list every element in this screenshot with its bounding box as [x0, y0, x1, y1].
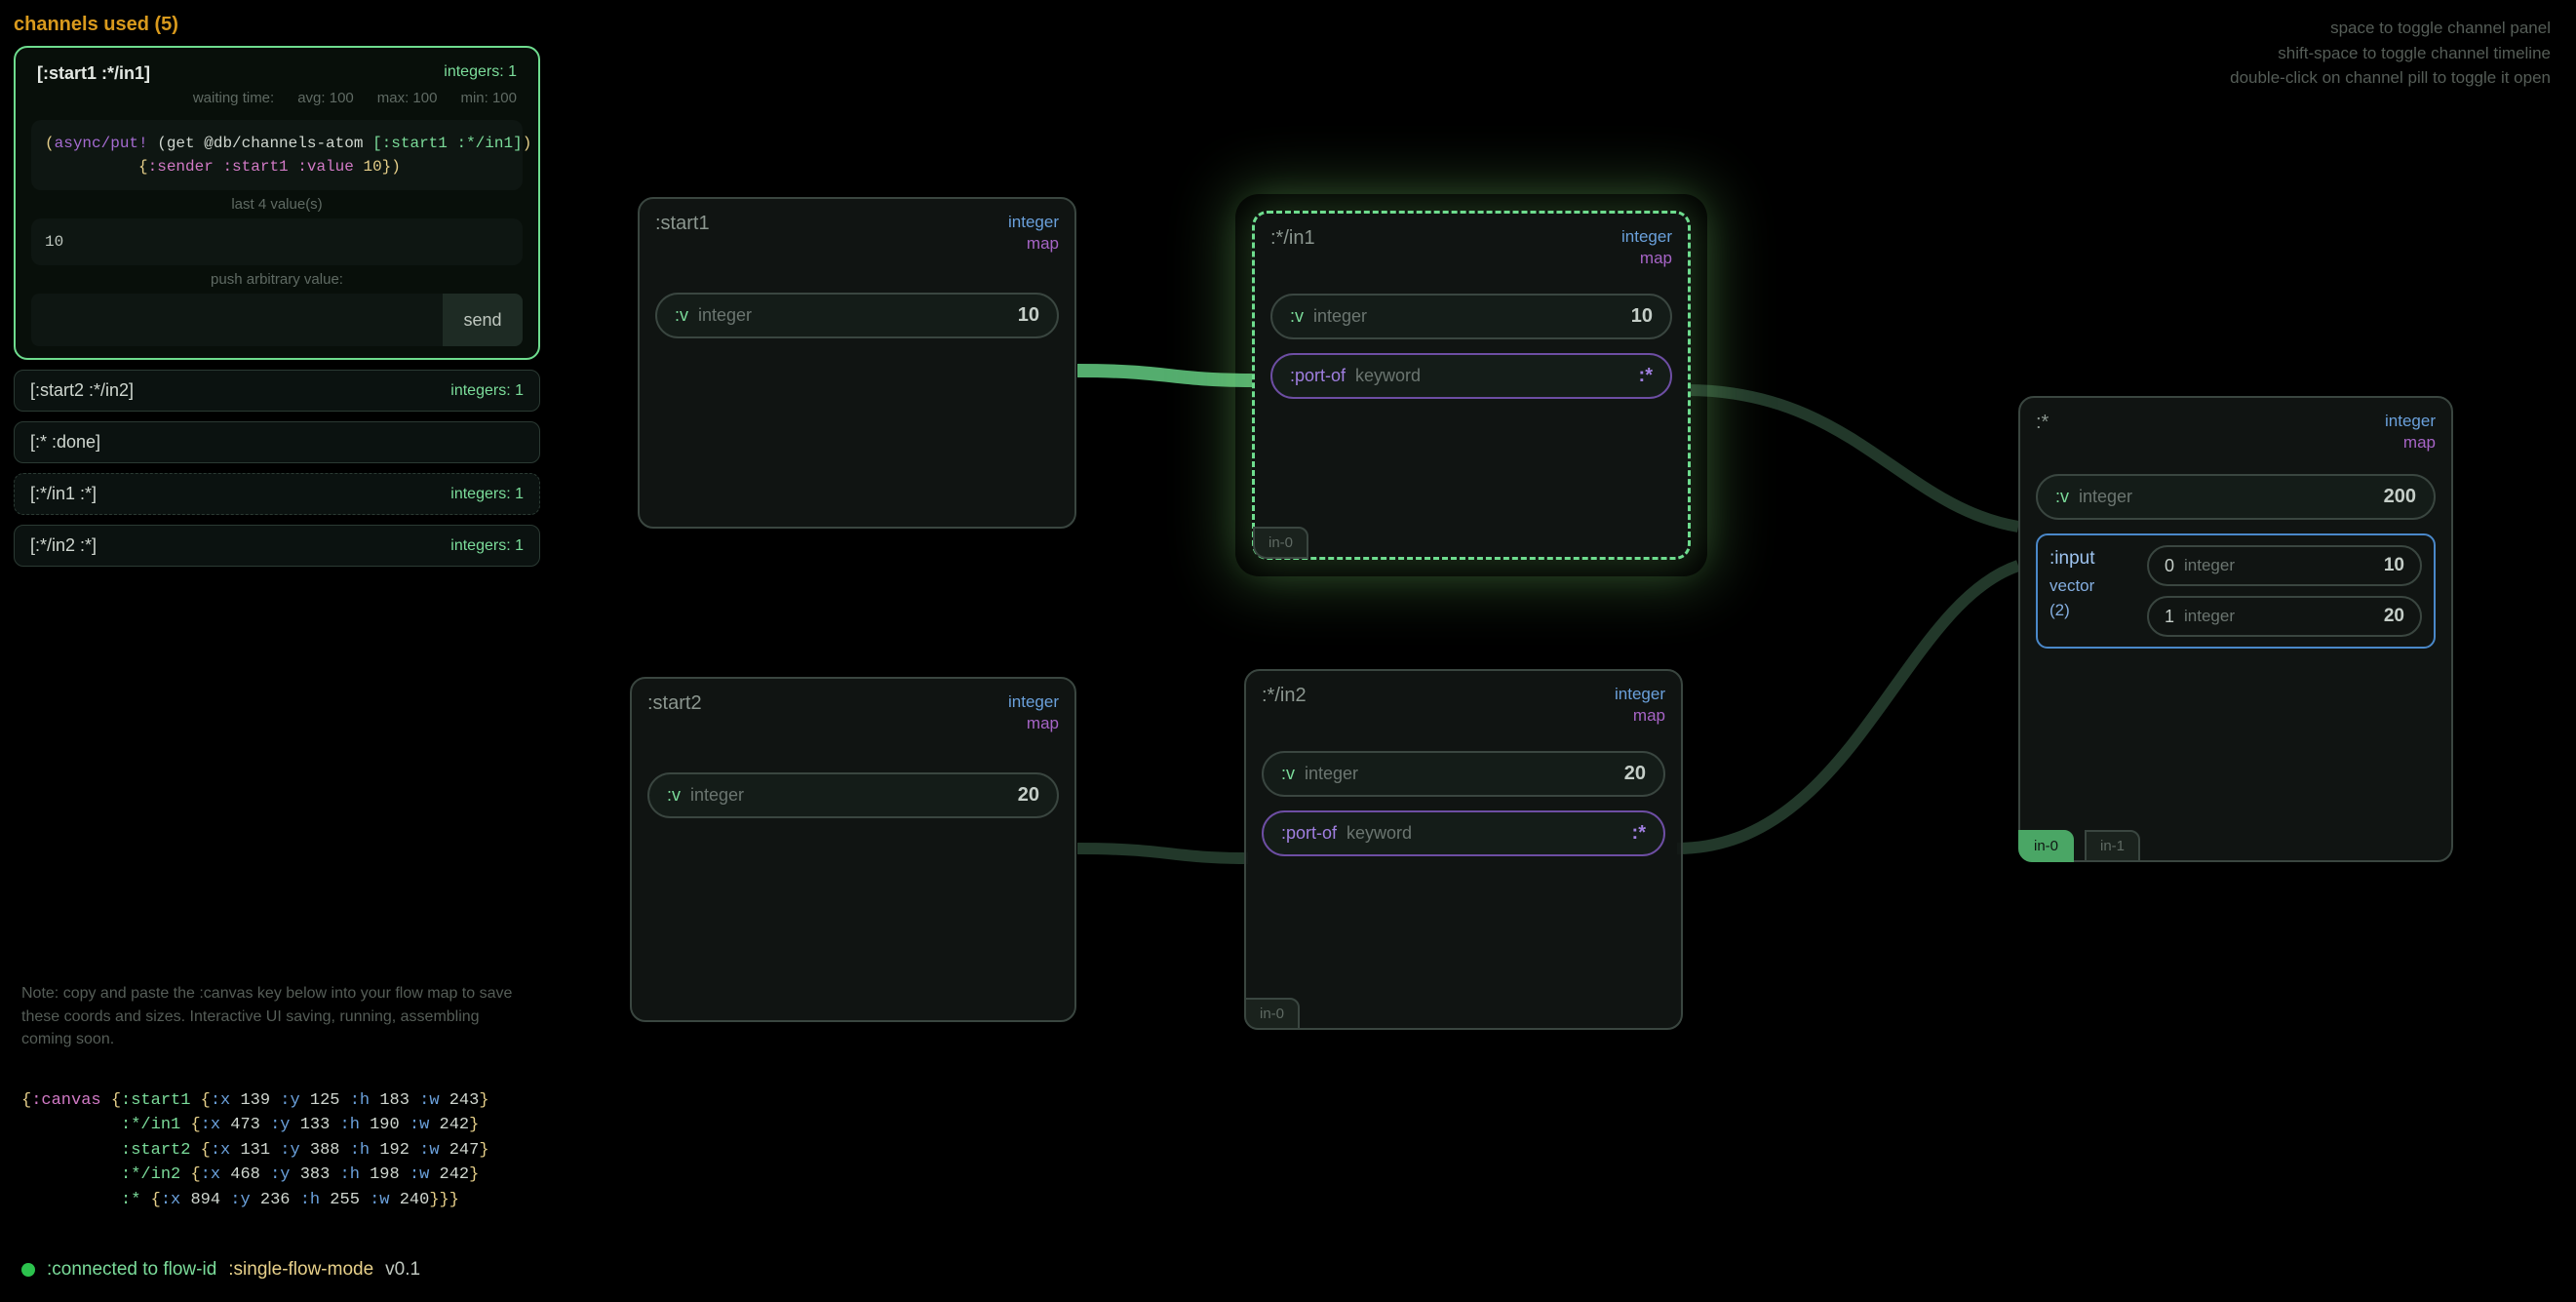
- channel-name: [:start1 :*/in1]: [37, 63, 150, 84]
- node-sub: map: [1008, 234, 1059, 254]
- node-sub: map: [2385, 433, 2436, 453]
- pill-port-of[interactable]: :port-of keyword :*: [1262, 810, 1665, 856]
- port-in-0[interactable]: in-0: [1244, 998, 1300, 1030]
- vec-item-0[interactable]: 0 integer 10: [2147, 545, 2422, 586]
- pill-v[interactable]: :v integer 10: [1270, 294, 1672, 339]
- input-vector-box[interactable]: :input vector (2) 0 integer 10 1 integer…: [2036, 533, 2436, 649]
- node-title: :*/in2: [1262, 685, 1307, 707]
- node-type: integer: [1008, 213, 1059, 232]
- canvas-code: {:canvas {:start1 {:x 139 :y 125 :h 183 …: [21, 1088, 489, 1213]
- channel-meta: integers: 1: [444, 63, 517, 84]
- node-title: :start2: [647, 692, 702, 715]
- node-title: :*/in1: [1270, 227, 1315, 250]
- port-in-0[interactable]: in-0: [1253, 527, 1308, 559]
- port-in-1[interactable]: in-1: [2085, 830, 2140, 862]
- pill-port-of[interactable]: :port-of keyword :*: [1270, 353, 1672, 399]
- node-type: integer: [1615, 685, 1665, 704]
- channels-panel: channels used (5) [:start1 :*/in1] integ…: [14, 14, 540, 576]
- status-bar: :connected to flow-id :single-flow-mode …: [21, 1259, 420, 1281]
- channel-open-start1-in1[interactable]: [:start1 :*/in1] integers: 1 waiting tim…: [14, 46, 540, 360]
- send-button[interactable]: send: [443, 294, 523, 346]
- pill-v[interactable]: :v integer 200: [2036, 474, 2436, 520]
- status-dot-icon: [21, 1263, 35, 1277]
- channel-row[interactable]: [:start2 :*/in2] integers: 1: [14, 370, 540, 412]
- pill-v[interactable]: :v integer 10: [655, 293, 1059, 338]
- last-values: 10: [31, 218, 523, 265]
- vec-item-1[interactable]: 1 integer 20: [2147, 596, 2422, 637]
- node-title: :start1: [655, 213, 710, 235]
- node-type: integer: [2385, 412, 2436, 431]
- node-title: :*: [2036, 412, 2049, 434]
- node-sub: map: [1008, 714, 1059, 733]
- channel-stats: waiting time: avg: 100 max: 100 min: 100: [23, 90, 530, 114]
- port-in-0[interactable]: in-0: [2018, 830, 2074, 862]
- pill-v[interactable]: :v integer 20: [647, 772, 1059, 818]
- channel-row[interactable]: [:* :done]: [14, 421, 540, 463]
- node-star[interactable]: :* integer map :v integer 200 :input vec…: [2018, 396, 2453, 862]
- channel-row[interactable]: [:*/in2 :*] integers: 1: [14, 525, 540, 567]
- node-start1[interactable]: :start1 integer map :v integer 10: [638, 197, 1076, 529]
- push-input[interactable]: [31, 294, 443, 346]
- node-type: integer: [1008, 692, 1059, 712]
- node-start2[interactable]: :start2 integer map :v integer 20: [630, 677, 1076, 1022]
- pill-v[interactable]: :v integer 20: [1262, 751, 1665, 797]
- push-label: push arbitrary value:: [23, 271, 530, 288]
- node-type: integer: [1621, 227, 1672, 247]
- channel-code: (async/put! (get @db/channels-atom [:sta…: [31, 120, 523, 190]
- panel-title: channels used (5): [14, 14, 540, 36]
- keyboard-hints: space to toggle channel panel shift-spac…: [2230, 16, 2551, 91]
- last-values-label: last 4 value(s): [23, 196, 530, 213]
- save-note: Note: copy and paste the :canvas key bel…: [21, 982, 528, 1050]
- channel-row[interactable]: [:*/in1 :*] integers: 1: [14, 473, 540, 515]
- node-sub: map: [1615, 706, 1665, 726]
- node-in2[interactable]: :*/in2 integer map :v integer 20 :port-o…: [1244, 669, 1683, 1030]
- node-in1[interactable]: :*/in1 integer map :v integer 10 :port-o…: [1252, 211, 1691, 560]
- node-sub: map: [1621, 249, 1672, 268]
